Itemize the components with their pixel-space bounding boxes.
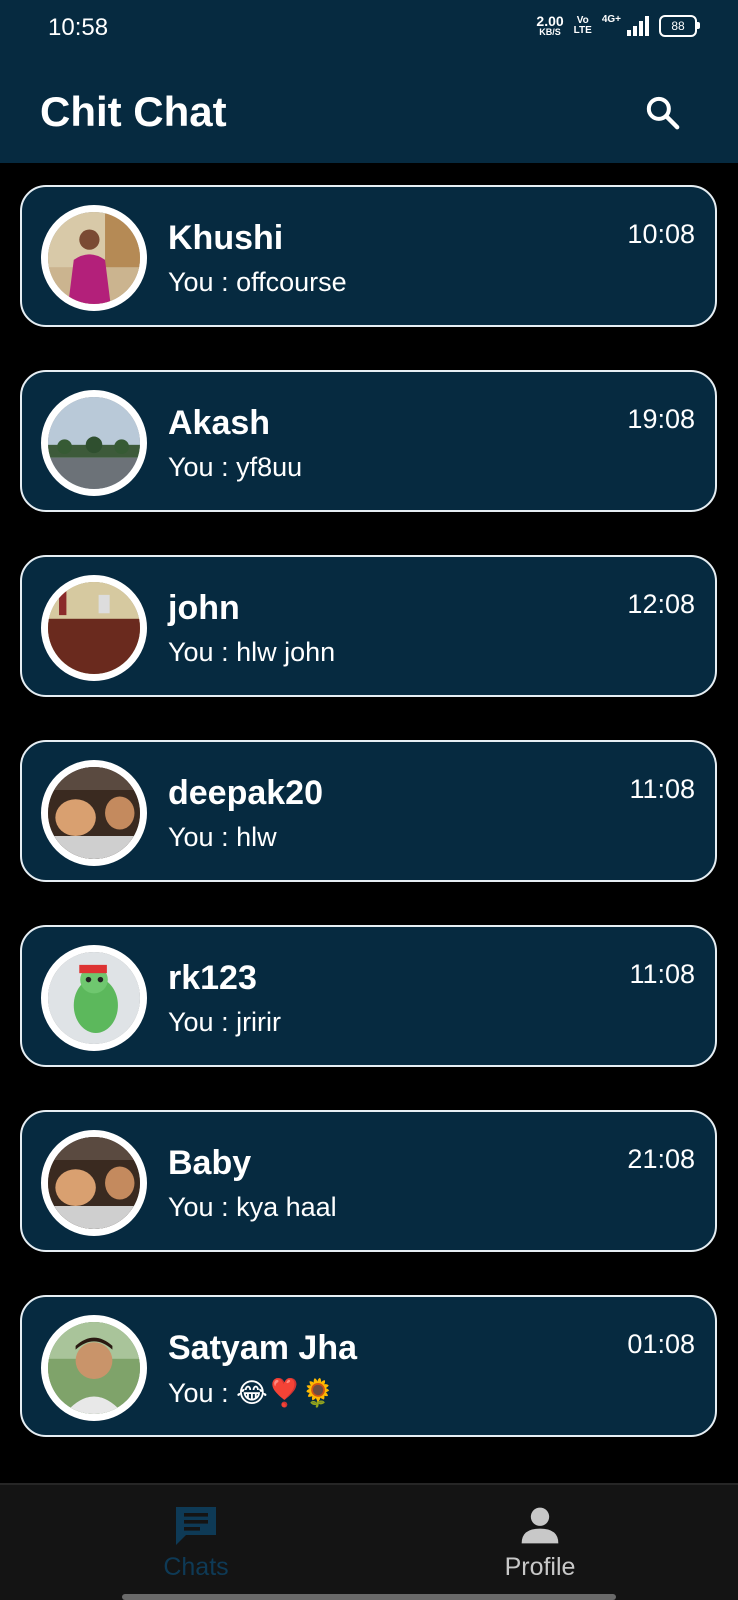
search-icon (646, 96, 680, 130)
avatar[interactable] (41, 1315, 147, 1421)
chat-time: 19:08 (627, 404, 695, 434)
chat-name: Khushi (168, 219, 284, 257)
chat-item-khushi[interactable]: Khushi You : offcourse 10:08 (20, 185, 717, 327)
tab-chats-label: Chats (163, 1553, 229, 1581)
avatar[interactable] (41, 575, 147, 681)
chat-item-akash[interactable]: Akash You : yf8uu 19:08 (20, 370, 717, 512)
chat-name: Baby (168, 1144, 252, 1182)
chat-item-john[interactable]: john You : hlw john 12:08 (20, 555, 717, 697)
chat-preview: You : jririr (168, 1007, 282, 1037)
chat-preview: You : yf8uu (168, 452, 303, 482)
volte-icon: Vo LTE (573, 14, 592, 36)
chat-time: 11:08 (629, 774, 695, 804)
chat-item-baby[interactable]: Baby You : kya haal 21:08 (20, 1110, 717, 1252)
chat-name: rk123 (168, 959, 257, 997)
battery-icon: 88 (659, 14, 700, 37)
chat-bubble-icon (176, 1507, 216, 1545)
network-speed-value: 2.00 (536, 13, 564, 29)
chat-item-rk123[interactable]: rk123 You : jririr 11:08 (20, 925, 717, 1067)
avatar[interactable] (41, 945, 147, 1051)
chat-time: 12:08 (627, 589, 695, 619)
volte-bottom: LTE (573, 24, 592, 36)
chat-name: john (168, 589, 240, 627)
avatar[interactable] (41, 1130, 147, 1236)
chat-name: Akash (168, 404, 271, 442)
volte-top: Vo (576, 14, 589, 26)
battery-level: 88 (671, 18, 685, 33)
search-button[interactable] (638, 88, 688, 138)
bottom-navigation: Chats Profile (0, 1483, 738, 1600)
person-icon (521, 1507, 559, 1544)
gesture-bar (122, 1594, 616, 1600)
chat-preview: You : 😂❣️🌻 (168, 1378, 335, 1408)
tab-profile[interactable]: Profile (440, 1503, 640, 1582)
chat-name: Satyam Jha (168, 1329, 357, 1367)
chat-preview: You : hlw john (168, 637, 336, 667)
tab-profile-label: Profile (504, 1553, 576, 1581)
signal-icon (627, 15, 649, 36)
chat-time: 01:08 (627, 1329, 695, 1359)
app-bar: 10:58 2.00 KB/S Vo LTE 4G+ 88 Chit Chat (0, 0, 738, 163)
chat-list[interactable]: Khushi You : offcourse 10:08 Akash You :… (0, 163, 738, 1483)
status-bar: 10:58 2.00 KB/S Vo LTE 4G+ 88 (0, 0, 738, 56)
chat-preview: You : offcourse (168, 267, 347, 297)
status-time: 10:58 (48, 14, 109, 41)
chat-time: 10:08 (627, 219, 695, 249)
chat-preview: You : kya haal (168, 1192, 337, 1222)
status-icons: 2.00 KB/S Vo LTE 4G+ 88 (536, 14, 700, 37)
chat-name: deepak20 (168, 774, 323, 812)
chat-time: 21:08 (627, 1144, 695, 1174)
network-speed-unit: KB/S (539, 27, 561, 37)
chat-item-deepak20[interactable]: deepak20 You : hlw 11:08 (20, 740, 717, 882)
network-type: 4G+ (601, 14, 621, 25)
avatar[interactable] (41, 205, 147, 311)
avatar[interactable] (41, 760, 147, 866)
chat-item-satyam-jha[interactable]: Satyam Jha You : 😂❣️🌻 01:08 (20, 1295, 717, 1437)
tab-chats[interactable]: Chats (96, 1503, 296, 1582)
chat-preview: You : hlw (168, 822, 277, 852)
chat-time: 11:08 (629, 959, 695, 989)
avatar[interactable] (41, 390, 147, 496)
network-speed: 2.00 KB/S (536, 14, 563, 37)
app-title: Chit Chat (40, 88, 227, 135)
